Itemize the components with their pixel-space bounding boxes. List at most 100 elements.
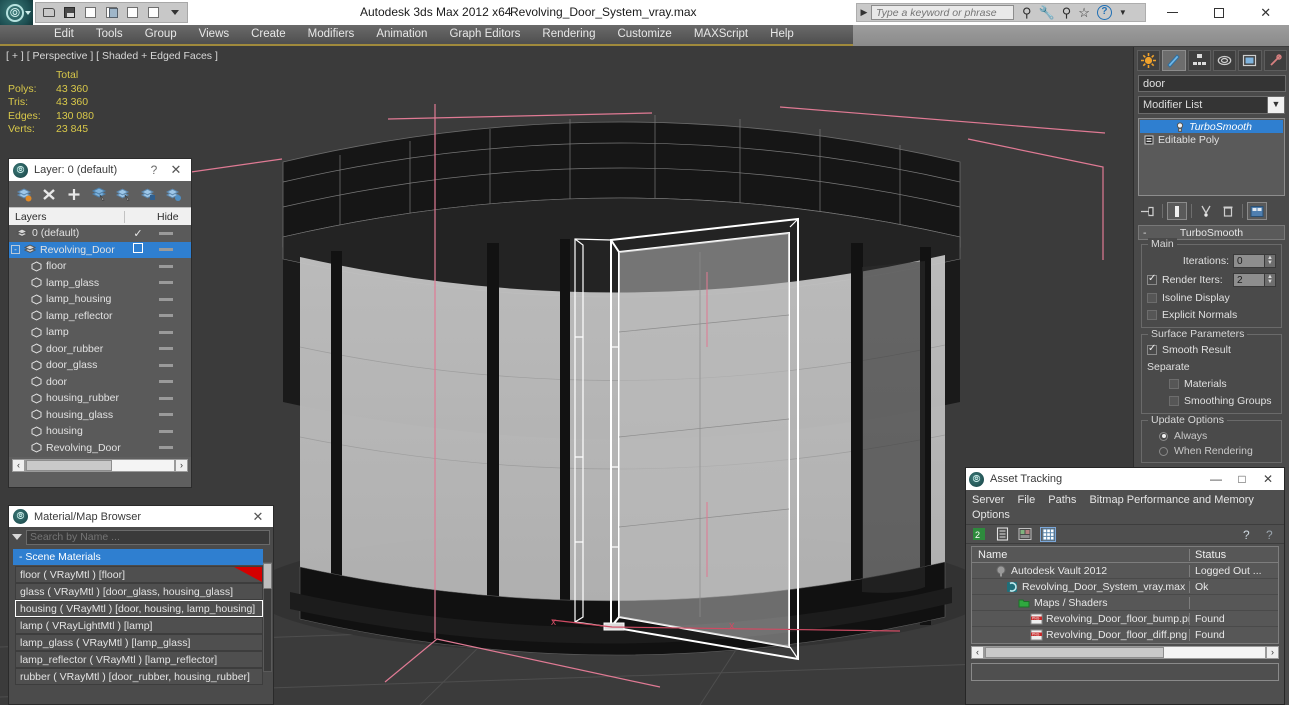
communication-center-icon[interactable]: ⚲ xyxy=(1062,5,1072,21)
layer-hide-cell[interactable] xyxy=(151,347,191,351)
asset-column-status[interactable]: Status xyxy=(1190,549,1278,561)
asset-close-button[interactable]: ✕ xyxy=(1255,472,1281,486)
delete-layer-icon[interactable] xyxy=(38,184,60,204)
menu-group[interactable]: Group xyxy=(134,25,188,44)
layer-object-lamp[interactable]: lamp xyxy=(9,324,191,341)
favorites-star-icon[interactable]: ☆ xyxy=(1078,5,1090,21)
explicit-normals-row[interactable]: Explicit Normals xyxy=(1147,309,1276,321)
context-help-icon[interactable]: ? xyxy=(1263,527,1279,542)
asset-maximize-button[interactable]: □ xyxy=(1229,472,1255,486)
asset-scroll-thumb[interactable] xyxy=(985,646,1165,658)
menu-customize[interactable]: Customize xyxy=(606,25,682,44)
asset-row-maps-shaders[interactable]: Maps / Shaders xyxy=(972,595,1278,611)
layer-object-lamp-glass[interactable]: lamp_glass xyxy=(9,275,191,292)
menu-tools[interactable]: Tools xyxy=(85,25,134,44)
iterations-spinner-arrows[interactable]: ▲ ▼ xyxy=(1265,254,1276,268)
remove-modifier-icon[interactable] xyxy=(1218,202,1238,220)
object-name-input[interactable] xyxy=(1138,75,1286,92)
stack-item-turbosmooth[interactable]: TurboSmooth xyxy=(1140,120,1283,133)
grid-view-icon[interactable] xyxy=(1040,526,1056,542)
layer-hide-cell[interactable] xyxy=(151,446,191,450)
configure-modifier-sets-icon[interactable] xyxy=(1247,202,1267,220)
asset-menu-server[interactable]: Server xyxy=(972,494,1004,506)
isoline-display-checkbox[interactable] xyxy=(1147,293,1157,303)
display-tab-icon[interactable] xyxy=(1238,50,1262,71)
modifier-stack[interactable]: TurboSmooth Editable Poly xyxy=(1138,118,1285,196)
render-iters-spinner-value[interactable]: 2 xyxy=(1233,273,1265,287)
smooth-result-row[interactable]: Smooth Result xyxy=(1147,343,1276,356)
modifier-list-dropdown[interactable]: Modifier List ▼ xyxy=(1138,96,1285,114)
open-file-icon[interactable] xyxy=(39,4,58,21)
menu-maxscript[interactable]: MAXScript xyxy=(683,25,759,44)
make-unique-icon[interactable] xyxy=(1196,202,1216,220)
minimize-button[interactable] xyxy=(1149,0,1196,25)
layer-expander-icon[interactable]: - xyxy=(11,245,20,255)
material-list[interactable]: floor ( VRayMtl ) [floor] glass ( VRayMt… xyxy=(15,566,263,685)
hierarchy-tab-icon[interactable] xyxy=(1187,50,1211,71)
subscription-center-icon[interactable]: 🔧 xyxy=(1039,5,1055,21)
layer-close-button[interactable]: ✕ xyxy=(165,162,187,178)
menu-help[interactable]: Help xyxy=(759,25,805,44)
material-item-housing[interactable]: housing ( VRayMtl ) [door, housing, lamp… xyxy=(15,600,263,617)
scroll-track[interactable] xyxy=(25,458,175,472)
material-item-glass[interactable]: glass ( VRayMtl ) [door_glass, housing_g… xyxy=(15,583,263,600)
search-binoculars-icon[interactable]: ⚲ xyxy=(1022,5,1032,21)
always-radio[interactable] xyxy=(1159,431,1168,441)
layer-hide-cell[interactable] xyxy=(151,264,191,268)
layer-object-floor[interactable]: floor xyxy=(9,258,191,275)
create-tab-icon[interactable] xyxy=(1137,50,1161,71)
layer-object-housing[interactable]: housing xyxy=(9,423,191,440)
layer-hide-cell[interactable] xyxy=(151,297,191,301)
layer-object-housing-rubber[interactable]: housing_rubber xyxy=(9,390,191,407)
layer-object-door-glass[interactable]: door_glass xyxy=(9,357,191,374)
close-button[interactable]: ✕ xyxy=(1242,0,1289,25)
update-option-when-rendering[interactable]: When Rendering xyxy=(1147,445,1276,457)
layer-hide-cell[interactable] xyxy=(151,363,191,367)
smoothing-groups-checkbox[interactable] xyxy=(1169,396,1179,406)
layer-help-button[interactable]: ? xyxy=(143,163,165,177)
layer-hide-cell[interactable] xyxy=(151,231,191,235)
update-option-always[interactable]: Always xyxy=(1147,430,1276,442)
rollout-collapse-icon[interactable]: - xyxy=(1143,227,1147,239)
material-search-input[interactable] xyxy=(26,529,270,545)
layer-hide-cell[interactable] xyxy=(151,429,191,433)
utilities-tab-icon[interactable] xyxy=(1263,50,1287,71)
render-iters-checkbox[interactable] xyxy=(1147,273,1157,285)
layer-hide-cell[interactable] xyxy=(151,281,191,285)
material-item-lamp-glass[interactable]: lamp_glass ( VRayMtl ) [lamp_glass] xyxy=(15,634,263,651)
asset-tracking-window[interactable]: ⦾ Asset Tracking — □ ✕ Server File Paths… xyxy=(965,467,1285,705)
scroll-left-button[interactable]: ‹ xyxy=(12,458,25,472)
app-logo[interactable]: ⦾ xyxy=(0,0,33,25)
asset-scroll-right-button[interactable]: › xyxy=(1266,645,1279,659)
help-icon[interactable]: ? xyxy=(1096,5,1112,20)
layer-manager-dialog[interactable]: ⦾ Layer: 0 (default) ? ✕ Layers Hide 0 (… xyxy=(8,158,192,488)
menu-edit[interactable]: Edit xyxy=(43,25,85,44)
select-objects-in-layer-icon[interactable] xyxy=(88,184,110,204)
layer-horizontal-scrollbar[interactable]: ‹ › xyxy=(9,457,191,473)
app-menu-caret-icon[interactable] xyxy=(25,11,31,15)
layer-hide-cell[interactable] xyxy=(151,413,191,417)
thumbnail-view-icon[interactable] xyxy=(1017,527,1033,542)
save-file-icon[interactable] xyxy=(60,4,79,21)
set-xref-icon[interactable] xyxy=(102,4,121,21)
layer-object-lamp-housing[interactable]: lamp_housing xyxy=(9,291,191,308)
material-map-browser[interactable]: ⦾ Material/Map Browser ✕ - Scene Materia… xyxy=(8,505,274,705)
asset-row-vault[interactable]: Autodesk Vault 2012 Logged Out ... xyxy=(972,563,1278,579)
help-caret-icon[interactable]: ▼ xyxy=(1119,8,1127,17)
explicit-normals-checkbox[interactable] xyxy=(1147,310,1157,320)
layer-list[interactable]: 0 (default) ✓ - Revolving_Door floor lam… xyxy=(9,225,191,457)
asset-menu-bitmap-performance[interactable]: Bitmap Performance and Memory xyxy=(1089,494,1253,506)
maximize-button[interactable] xyxy=(1196,0,1243,25)
material-browser-close-button[interactable]: ✕ xyxy=(247,509,269,525)
menu-graph-editors[interactable]: Graph Editors xyxy=(438,25,531,44)
layer-object-housing-glass[interactable]: housing_glass xyxy=(9,407,191,424)
layer-hide-cell[interactable] xyxy=(151,248,191,252)
asset-column-name[interactable]: Name xyxy=(972,548,1190,561)
pin-stack-icon[interactable] xyxy=(1138,202,1158,220)
asset-menu-options[interactable]: Options xyxy=(972,509,1010,521)
iterations-spinner-value[interactable]: 0 xyxy=(1233,254,1265,268)
menu-rendering[interactable]: Rendering xyxy=(531,25,606,44)
layer-hide-cell[interactable] xyxy=(151,380,191,384)
layer-object-door-rubber[interactable]: door_rubber xyxy=(9,341,191,358)
lightbulb-icon[interactable] xyxy=(1174,121,1185,132)
